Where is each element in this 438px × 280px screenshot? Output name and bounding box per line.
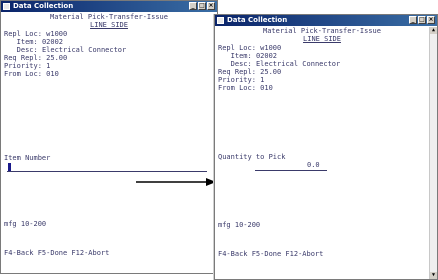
terminal-screen: Material Pick-Transfer-Issue LINE_SIDE R… (215, 27, 429, 279)
field-desc: Desc: Electrical Connector (4, 46, 127, 54)
input-underline (7, 171, 207, 172)
app-icon (217, 17, 224, 24)
field-item: Item: 02002 (218, 52, 278, 60)
field-repl-loc: Repl Loc: w1000 (4, 30, 68, 38)
window-title: Data Collection (227, 16, 288, 24)
data-collection-window-2: Data Collection _ □ × Material Pick-Transf… (214, 14, 438, 280)
maximize-button[interactable]: □ (198, 2, 206, 10)
title-bar: Data Collection _ □ × (215, 15, 437, 26)
function-keys: F4-Back F5-Done F12-Abort (4, 249, 110, 257)
vertical-scrollbar[interactable]: ▲ ▼ (429, 27, 437, 279)
scroll-down-icon[interactable]: ▼ (430, 272, 437, 279)
field-from-loc: From Loc: 010 (218, 84, 273, 92)
input-underline (255, 170, 327, 171)
context-line: mfg 10-200 (4, 220, 47, 228)
quantity-input[interactable]: 0.0 (307, 161, 320, 169)
screen-subheader: LINE_SIDE (90, 21, 128, 29)
screen-header: Material Pick-Transfer-Issue (49, 13, 168, 21)
terminal-screen: Material Pick-Transfer-Issue LINE_SIDE R… (1, 13, 217, 273)
close-button[interactable]: × (207, 2, 215, 10)
field-req-repl: Req Repl: 25.00 (4, 54, 68, 62)
screen-subheader: LINE_SIDE (303, 35, 341, 43)
input-prompt: Quantity to Pick (218, 153, 286, 161)
field-desc: Desc: Electrical Connector (218, 60, 341, 68)
field-priority: Priority: 1 (218, 76, 265, 84)
screen-header: Material Pick-Transfer-Issue (262, 27, 381, 35)
title-bar: Data Collection _ □ × (1, 1, 217, 12)
function-keys: F4-Back F5-Done F12-Abort (218, 250, 324, 258)
field-repl-loc: Repl Loc: w1000 (218, 44, 282, 52)
minimize-button[interactable]: _ (189, 2, 197, 10)
text-cursor (8, 163, 11, 171)
field-item: Item: 02002 (4, 38, 64, 46)
app-icon (3, 3, 10, 10)
minimize-button[interactable]: _ (409, 16, 417, 24)
maximize-button[interactable]: □ (418, 16, 426, 24)
field-priority: Priority: 1 (4, 62, 51, 70)
data-collection-window-1: Data Collection _ □ × Material Pick-Transf… (0, 0, 218, 274)
input-prompt: Item Number (4, 154, 51, 162)
context-line: mfg 10-200 (218, 221, 261, 229)
right-arrow-icon (136, 178, 216, 186)
scroll-up-icon[interactable]: ▲ (430, 27, 437, 34)
window-title: Data Collection (13, 2, 74, 10)
close-button[interactable]: × (427, 16, 435, 24)
field-from-loc: From Loc: 010 (4, 70, 59, 78)
field-req-repl: Req Repl: 25.00 (218, 68, 282, 76)
